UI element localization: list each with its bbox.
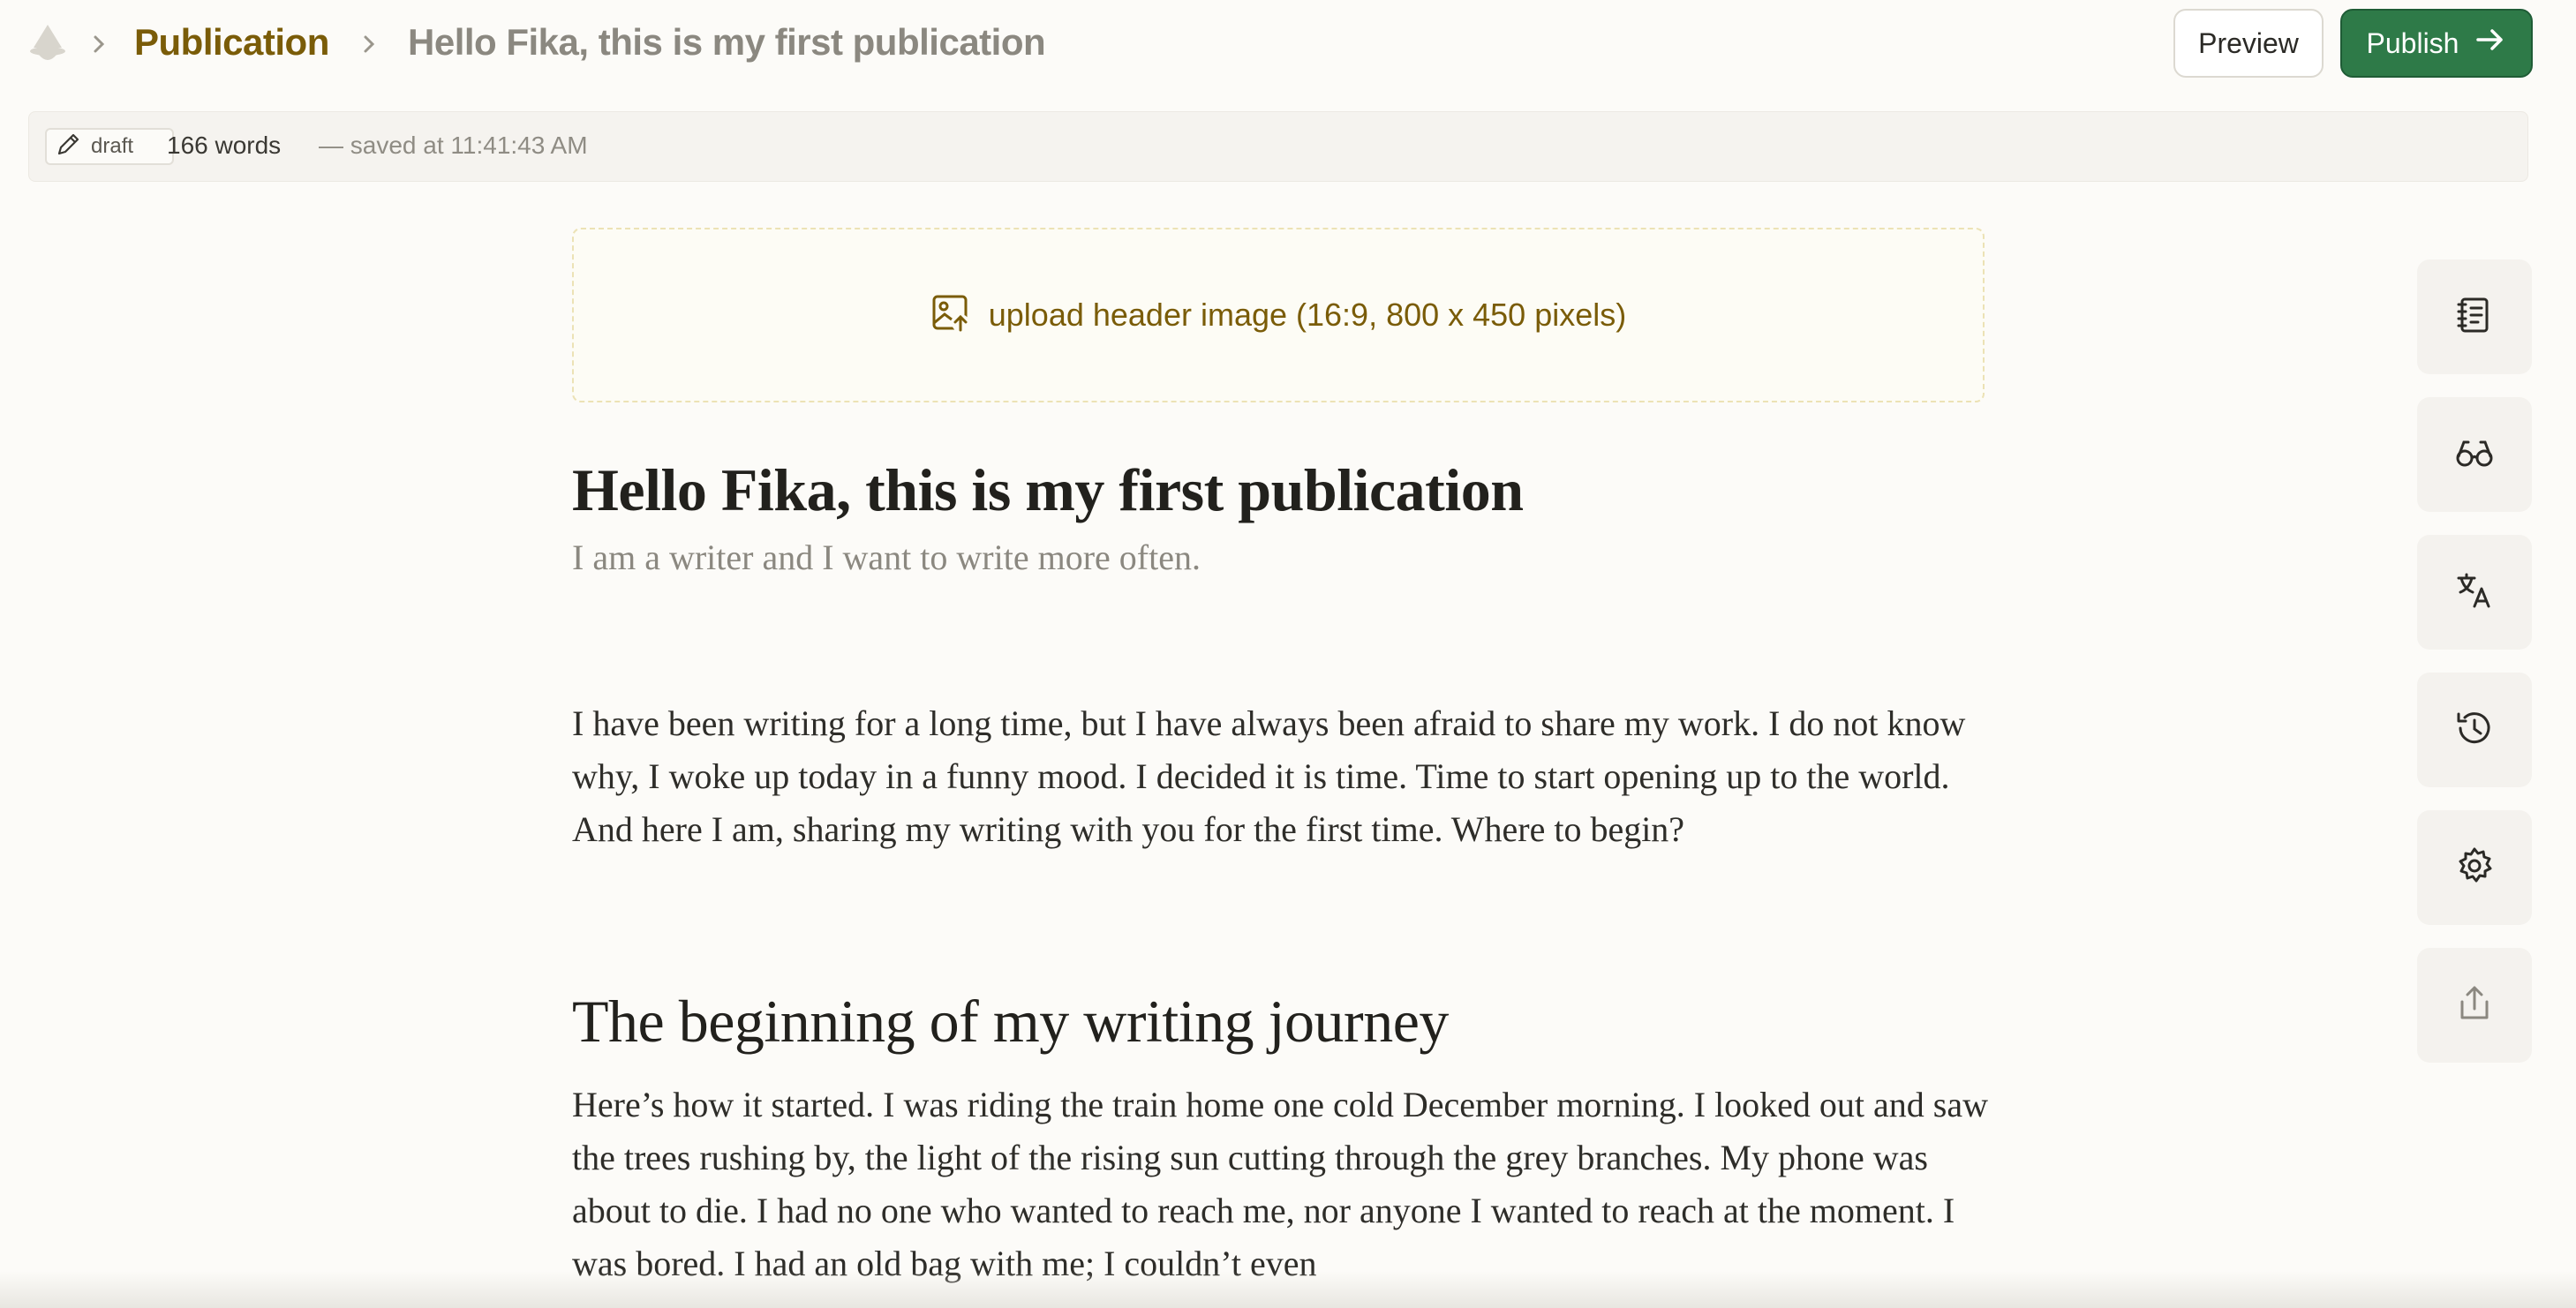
document-subtitle[interactable]: I am a writer and I want to write more o… xyxy=(572,537,2002,578)
top-bar: Publication Hello Fika, this is my first… xyxy=(0,0,2576,88)
share-icon xyxy=(2453,982,2496,1029)
pencil-icon xyxy=(54,131,82,163)
translate-button[interactable] xyxy=(2417,535,2532,650)
status-badge-label: draft xyxy=(91,134,134,158)
upload-header-image-button[interactable]: upload header image (16:9, 800 x 450 pix… xyxy=(572,228,1985,402)
notebook-icon xyxy=(2453,294,2496,341)
chevron-right-icon xyxy=(90,26,109,62)
section-heading[interactable]: The beginning of my writing journey xyxy=(572,987,2002,1056)
upload-header-image-label: upload header image (16:9, 800 x 450 pix… xyxy=(988,297,1627,333)
translate-icon xyxy=(2453,569,2496,616)
history-icon xyxy=(2453,707,2496,754)
word-count: 166 words xyxy=(167,132,282,159)
glasses-icon xyxy=(2453,432,2496,478)
breadcrumb-publication[interactable]: Publication xyxy=(134,21,329,64)
publish-button[interactable]: Publish xyxy=(2340,9,2533,78)
history-button[interactable] xyxy=(2417,673,2532,787)
share-button[interactable] xyxy=(2417,948,2532,1063)
settings-button[interactable] xyxy=(2417,810,2532,925)
reading-mode-button[interactable] xyxy=(2417,397,2532,512)
publish-label: Publish xyxy=(2366,26,2459,59)
document-title[interactable]: Hello Fika, this is my first publication xyxy=(572,455,2002,525)
gear-icon xyxy=(2453,845,2496,891)
breadcrumb-document[interactable]: Hello Fika, this is my first publication xyxy=(408,21,1046,64)
status-bar: draft 166 words — saved at 11:41:43 AM xyxy=(28,111,2528,182)
preview-button[interactable]: Preview xyxy=(2173,9,2324,78)
status-badge: draft xyxy=(45,128,174,165)
scroll-fade xyxy=(0,1271,2576,1308)
arrow-right-icon xyxy=(2474,24,2506,63)
saved-timestamp: — saved at 11:41:43 AM xyxy=(319,132,588,159)
preview-label: Preview xyxy=(2198,26,2299,59)
notebook-button[interactable] xyxy=(2417,259,2532,374)
image-upload-icon xyxy=(930,293,971,338)
fika-logo-icon[interactable] xyxy=(26,21,69,67)
paragraph[interactable]: Here’s how it started. I was riding the … xyxy=(572,1079,1995,1290)
paragraph[interactable]: I have been writing for a long time, but… xyxy=(572,697,1995,856)
chevron-right-icon xyxy=(360,26,380,62)
